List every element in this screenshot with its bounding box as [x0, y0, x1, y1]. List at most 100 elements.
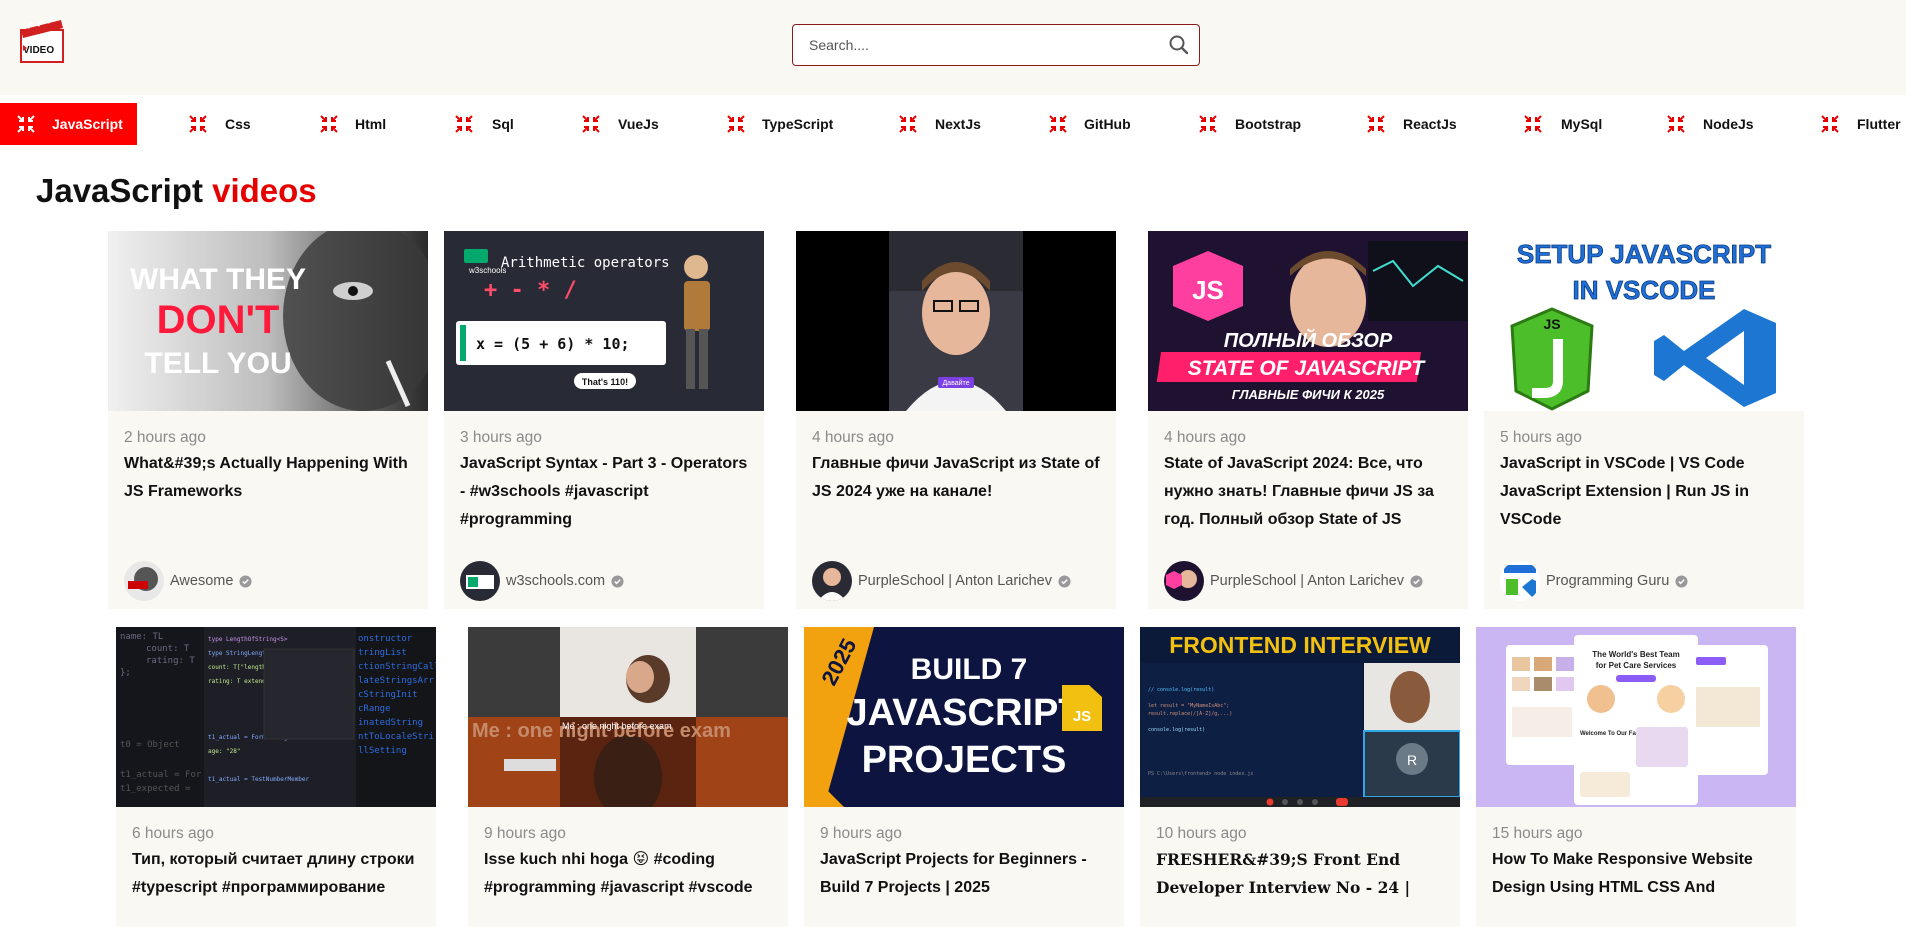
nav-label: GitHub [1084, 116, 1131, 132]
nav-item-sql[interactable]: Sql [454, 103, 514, 145]
verified-icon [1058, 574, 1071, 588]
thumbnail-text: x = (5 + 6) * 10; [476, 335, 630, 353]
video-card[interactable]: Давайте 4 hours ago Главные фичи JavaScr… [796, 231, 1116, 609]
video-thumbnail[interactable]: FRONTEND INTERVIEW // console.log(result… [1140, 627, 1460, 807]
nav-item-css[interactable]: Css [188, 103, 251, 145]
nav-item-github[interactable]: GitHub [1048, 103, 1131, 145]
channel-avatar[interactable] [1500, 561, 1540, 601]
video-thumbnail[interactable]: Давайте [796, 231, 1116, 411]
video-title[interactable]: JavaScript in VSCode | VS Code JavaScrip… [1500, 450, 1795, 534]
nav-item-nextjs[interactable]: NextJs [898, 103, 981, 145]
page-title-main: JavaScript [36, 172, 203, 209]
video-card[interactable]: name: TL count: T rating: T }; t0 = Obje… [116, 627, 436, 927]
site-header: VIDEO [0, 0, 1906, 95]
video-title[interactable]: FRESHER&#39;S Front End Developer Interv… [1156, 846, 1451, 902]
video-title[interactable]: What&#39;s Actually Happening With JS Fr… [124, 450, 419, 506]
verified-icon [1410, 574, 1423, 588]
video-title[interactable]: Тип, который считает длину строки #types… [132, 846, 427, 902]
svg-text:// console.log(result): // console.log(result) [1148, 687, 1214, 693]
thumbnail-text: Me : one night before exam [562, 721, 672, 731]
channel-avatar[interactable] [812, 561, 852, 601]
video-title[interactable]: Isse kuch nhi hoga 😝 #coding #programmin… [484, 846, 779, 902]
channel-name[interactable]: w3schools.com [506, 573, 605, 589]
nav-item-nodejs[interactable]: NodeJs [1666, 103, 1754, 145]
nav-label: NodeJs [1703, 116, 1754, 132]
video-thumbnail[interactable]: w3schools Arithmetic operators + - * / x… [444, 231, 764, 411]
compress-arrows-icon [1667, 115, 1685, 133]
video-thumbnail[interactable]: name: TL count: T rating: T }; t0 = Obje… [116, 627, 436, 807]
compress-arrows-icon [899, 115, 917, 133]
nav-label: Sql [492, 116, 514, 132]
channel-info[interactable]: PurpleSchool | Anton Larichev [1164, 561, 1423, 601]
nav-item-javascript[interactable]: JavaScript [0, 103, 137, 145]
compress-arrows-icon [1199, 115, 1217, 133]
video-title[interactable]: JavaScript Syntax - Part 3 - Operators -… [460, 450, 755, 534]
video-card[interactable]: WHAT THEY DON'T TELL YOU 2 hours ago Wha… [108, 231, 428, 609]
compress-arrows-icon [582, 115, 600, 133]
channel-name[interactable]: Awesome [170, 573, 233, 589]
channel-info[interactable]: PurpleSchool | Anton Larichev [812, 561, 1071, 601]
channel-name[interactable]: Programming Guru [1546, 573, 1669, 589]
channel-avatar[interactable] [1164, 561, 1204, 601]
video-thumbnail[interactable]: Me : one night before exam Me : one nigh… [468, 627, 788, 807]
nav-label: ReactJs [1403, 116, 1457, 132]
channel-info[interactable]: Programming Guru [1500, 561, 1688, 601]
thumbnail-text: TELL YOU [144, 347, 291, 380]
channel-avatar[interactable] [124, 561, 164, 601]
channel-info[interactable]: Awesome [124, 561, 252, 601]
video-card[interactable]: 2025 BUILD 7 JAVASCRIPT PROJECTS JS 9 ho… [804, 627, 1124, 927]
svg-text:cStringInit: cStringInit [358, 690, 418, 700]
svg-text:t1_expected =: t1_expected = [120, 784, 191, 794]
logo-text: VIDEO [23, 45, 54, 56]
video-time: 6 hours ago [132, 825, 214, 842]
compress-arrows-icon [1049, 115, 1067, 133]
nav-item-vuejs[interactable]: VueJs [581, 103, 659, 145]
nav-label: JavaScript [52, 116, 123, 132]
thumbnail-text: JAVASCRIPT [846, 692, 1081, 734]
channel-info[interactable]: w3schools.com [460, 561, 624, 601]
video-thumbnail[interactable]: JS ПОЛНЫЙ ОБЗОР STATE OF JAVASCRIPT ГЛАВ… [1148, 231, 1468, 411]
page-title-accent: videos [212, 172, 317, 209]
video-thumbnail[interactable]: 2025 BUILD 7 JAVASCRIPT PROJECTS JS [804, 627, 1124, 807]
video-card[interactable]: JS ПОЛНЫЙ ОБЗОР STATE OF JAVASCRIPT ГЛАВ… [1148, 231, 1468, 609]
video-card[interactable]: FRONTEND INTERVIEW // console.log(result… [1140, 627, 1460, 927]
nav-item-bootstrap[interactable]: Bootstrap [1198, 103, 1301, 145]
nav-label: Flutter [1857, 116, 1901, 132]
video-logo[interactable]: VIDEO [18, 16, 68, 66]
compress-arrows-icon [727, 115, 745, 133]
video-thumbnail[interactable]: SETUP JAVASCRIPT IN VSCODE JS [1484, 231, 1804, 411]
compress-arrows-icon [1524, 115, 1542, 133]
video-thumbnail[interactable]: WHAT THEY DON'T TELL YOU [108, 231, 428, 411]
video-card[interactable]: The World's Best Team for Pet Care Servi… [1476, 627, 1796, 927]
svg-text:name: TL: name: TL [120, 632, 163, 642]
svg-text:t1_actual = TestNumberMember: t1_actual = TestNumberMember [208, 776, 310, 783]
thumbnail-text: for Pet Care Services [1596, 661, 1677, 670]
svg-text:count: T["length"]: count: T["length"] [208, 664, 273, 671]
svg-text:PS C:\Users\frontend> node ind: PS C:\Users\frontend> node index.js [1148, 771, 1253, 777]
nav-item-html[interactable]: Html [319, 103, 386, 145]
nav-label: VueJs [618, 116, 659, 132]
search-icon[interactable] [1167, 33, 1191, 57]
thumbnail-text: JS [1073, 708, 1091, 725]
video-title[interactable]: How To Make Responsive Website Design Us… [1492, 846, 1787, 902]
nav-item-typescript[interactable]: TypeScript [726, 103, 833, 145]
video-title[interactable]: State of JavaScript 2024: Все, что нужно… [1164, 450, 1459, 534]
video-card[interactable]: Me : one night before exam Me : one nigh… [468, 627, 788, 927]
compress-arrows-icon [189, 115, 207, 133]
channel-name[interactable]: PurpleSchool | Anton Larichev [858, 573, 1052, 589]
verified-icon [239, 574, 252, 588]
channel-name[interactable]: PurpleSchool | Anton Larichev [1210, 573, 1404, 589]
video-title[interactable]: JavaScript Projects for Beginners - Buil… [820, 846, 1115, 902]
page-title: JavaScript videos [36, 172, 317, 210]
nav-item-reactjs[interactable]: ReactJs [1366, 103, 1457, 145]
video-time: 5 hours ago [1500, 429, 1582, 446]
video-card[interactable]: SETUP JAVASCRIPT IN VSCODE JS 5 hours ag… [1484, 231, 1804, 609]
channel-avatar[interactable] [460, 561, 500, 601]
thumbnail-text: STATE OF JAVASCRIPT [1188, 357, 1427, 380]
video-card[interactable]: w3schools Arithmetic operators + - * / x… [444, 231, 764, 609]
nav-item-flutter[interactable]: Flutter [1820, 103, 1901, 145]
search-input[interactable] [809, 25, 1149, 64]
video-title[interactable]: Главные фичи JavaScript из State of JS 2… [812, 450, 1107, 506]
nav-item-mysql[interactable]: MySql [1523, 103, 1602, 145]
video-thumbnail[interactable]: The World's Best Team for Pet Care Servi… [1476, 627, 1796, 807]
